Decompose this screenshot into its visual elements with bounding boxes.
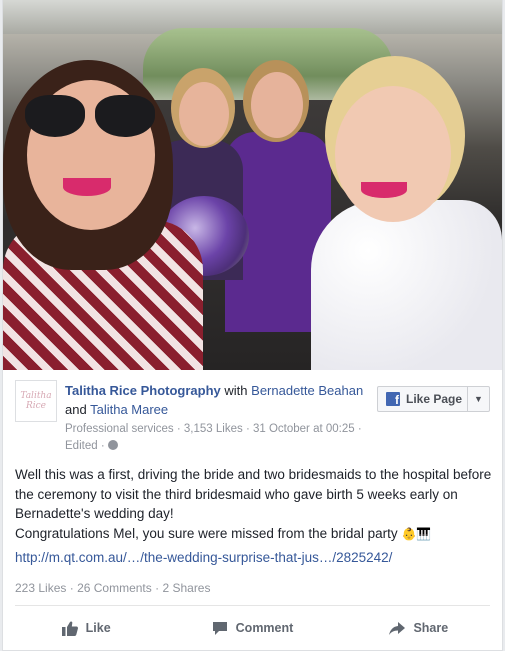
page-name-link[interactable]: Talitha Rice Photography	[65, 383, 221, 398]
bride-face	[335, 86, 451, 222]
post-text-2: Congratulations Mel, you sure were misse…	[15, 525, 398, 541]
bridesmaid-2-face	[179, 82, 229, 146]
divider	[15, 605, 490, 606]
post-timestamp[interactable]: 31 October at 00:25	[253, 423, 355, 435]
post-link[interactable]: http://m.qt.com.au/…/the-wedding-surpris…	[15, 550, 392, 565]
post-card: Talitha Rice Talitha Rice Photography wi…	[2, 0, 503, 651]
comment-button[interactable]: Comment	[169, 612, 335, 644]
meta-sep: ·	[357, 423, 362, 435]
comments-count[interactable]: 26 Comments	[77, 581, 152, 595]
tagged-user-2[interactable]: Talitha Maree	[90, 402, 168, 417]
page-category[interactable]: Professional services	[65, 423, 174, 435]
post-text-2-wrap: Congratulations Mel, you sure were misse…	[15, 524, 495, 545]
like-page-label: Like Page	[406, 392, 463, 406]
page-likes[interactable]: 3,153 Likes	[184, 423, 243, 435]
post-stats: 223 Likes · 26 Comments · 2 Shares	[15, 581, 210, 595]
share-icon	[389, 621, 406, 635]
page-avatar-logo-text: Talitha Rice	[20, 391, 52, 411]
thumbs-up-icon	[61, 620, 78, 636]
globe-icon[interactable]	[107, 440, 118, 450]
post-photo[interactable]	[3, 0, 502, 370]
tagged-user-1[interactable]: Bernadette Beahan	[251, 383, 363, 398]
sunglasses	[25, 95, 157, 137]
post-header: Talitha Rice Talitha Rice Photography wi…	[3, 370, 502, 460]
action-bar: Like Comment Share	[3, 612, 502, 644]
with-label: with	[224, 383, 248, 398]
keyboard-emoji-icon: 🎹	[416, 526, 432, 541]
like-page-button[interactable]: f Like Page ▼	[377, 386, 490, 412]
baby-emoji-icon: 👶	[401, 526, 417, 541]
comment-icon	[212, 621, 227, 635]
share-label: Share	[413, 621, 449, 635]
post-body: Well this was a first, driving the bride…	[15, 465, 495, 544]
stats-sep: ·	[69, 581, 74, 595]
like-button[interactable]: Like	[3, 612, 169, 644]
shares-count[interactable]: 2 Shares	[162, 581, 210, 595]
meta-sep: ·	[100, 440, 105, 452]
comment-label: Comment	[235, 621, 294, 635]
driver-smile	[63, 178, 111, 196]
share-button[interactable]: Share	[336, 612, 502, 644]
page-avatar[interactable]: Talitha Rice	[15, 380, 57, 422]
bridesmaid-3-face	[251, 72, 303, 138]
post-text-1: Well this was a first, driving the bride…	[15, 467, 492, 521]
and-label: and	[65, 402, 87, 417]
likes-count[interactable]: 223 Likes	[15, 581, 66, 595]
post-meta: Professional services · 3,153 Likes · 31…	[65, 421, 385, 455]
post-author-line: Talitha Rice Photography with Bernadette…	[65, 381, 365, 419]
like-label: Like	[85, 621, 111, 635]
bride-dress	[311, 200, 502, 370]
chevron-down-icon[interactable]: ▼	[467, 387, 489, 411]
stats-sep: ·	[155, 581, 160, 595]
meta-sep: ·	[245, 423, 250, 435]
bride-smile	[361, 182, 407, 198]
facebook-icon: f	[386, 392, 400, 406]
edited-label[interactable]: Edited	[65, 440, 98, 452]
meta-sep: ·	[176, 423, 181, 435]
